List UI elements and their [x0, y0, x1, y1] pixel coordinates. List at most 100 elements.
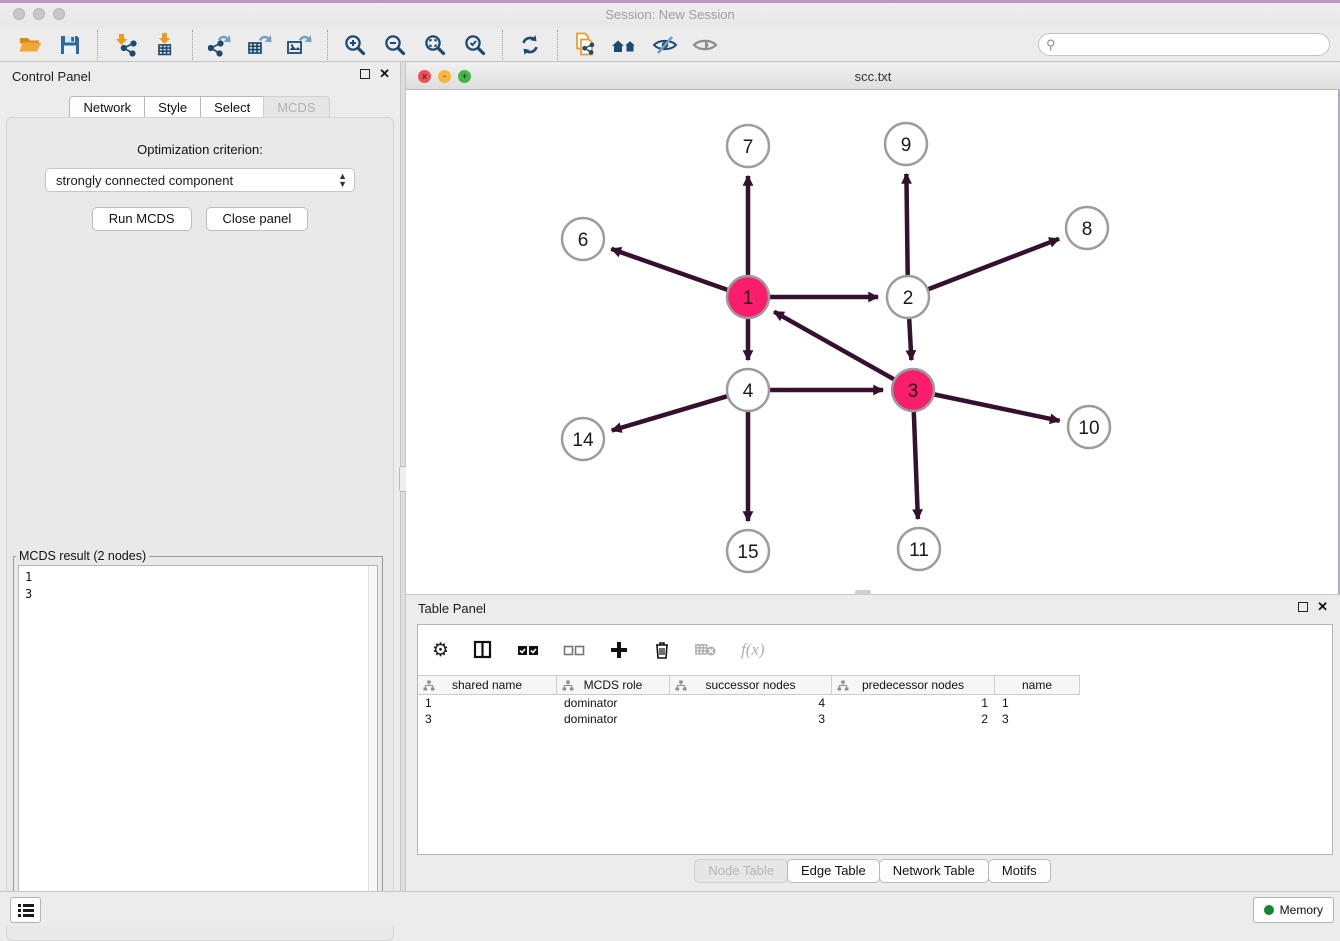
- dropdown-stepper-icon: ▲▼: [338, 172, 347, 188]
- refresh-icon[interactable]: [515, 31, 545, 59]
- zoom-out-icon[interactable]: [380, 31, 410, 59]
- cell-predecessor-nodes[interactable]: 1: [832, 696, 995, 710]
- node-label: 4: [743, 381, 754, 402]
- zoom-selected-icon[interactable]: [460, 31, 490, 59]
- table-options-icon[interactable]: ⚙: [432, 637, 449, 663]
- column-header-name[interactable]: name: [995, 676, 1080, 694]
- search-box[interactable]: ⚲: [1038, 33, 1330, 56]
- table-panel-header: Table Panel ✕: [406, 595, 1340, 621]
- edge-3-11[interactable]: [914, 412, 918, 519]
- table-panel-title: Table Panel: [418, 601, 486, 616]
- memory-status-icon: [1264, 905, 1274, 915]
- import-network-icon[interactable]: [110, 31, 140, 59]
- close-view-button[interactable]: x: [418, 70, 431, 83]
- tab-edge-table[interactable]: Edge Table: [787, 859, 880, 883]
- optimization-criterion-label: Optimization criterion:: [7, 142, 393, 157]
- cell-successor-nodes[interactable]: 3: [670, 712, 832, 726]
- node-14[interactable]: 14: [562, 418, 604, 460]
- save-session-icon[interactable]: [55, 31, 85, 59]
- zoom-fit-icon[interactable]: [420, 31, 450, 59]
- show-columns-icon[interactable]: [473, 637, 493, 663]
- network-graph[interactable]: 7 9 6 8 1 2 4 3 10 14 15 11: [406, 90, 1338, 593]
- node-10[interactable]: 10: [1068, 406, 1110, 448]
- node-7[interactable]: 7: [727, 125, 769, 167]
- column-header-successor-nodes[interactable]: successor nodes: [670, 676, 832, 694]
- edge-2-9[interactable]: [906, 174, 907, 275]
- cell-MCDS-role[interactable]: dominator: [557, 696, 670, 710]
- toolbar-separator: [327, 30, 328, 60]
- tab-network-table[interactable]: Network Table: [879, 859, 989, 883]
- node-table-container: ⚙f(x) shared nameMCDS rolesuccessor node…: [417, 624, 1333, 855]
- cell-name[interactable]: 1: [995, 696, 1080, 710]
- add-column-icon[interactable]: [609, 637, 629, 663]
- edge-3-10[interactable]: [935, 395, 1060, 421]
- table-panel: Table Panel ✕ ⚙f(x) shared nameMCDS role…: [406, 595, 1340, 891]
- cell-successor-nodes[interactable]: 4: [670, 696, 832, 710]
- cell-name[interactable]: 3: [995, 712, 1080, 726]
- table-row[interactable]: 1dominator411: [418, 695, 1332, 711]
- task-history-button[interactable]: [10, 897, 41, 923]
- edge-1-6[interactable]: [611, 249, 727, 290]
- tab-motifs[interactable]: Motifs: [988, 859, 1051, 883]
- close-table-panel-icon[interactable]: ✕: [1317, 602, 1328, 612]
- node-11[interactable]: 11: [898, 528, 940, 570]
- search-input[interactable]: [1056, 38, 1329, 52]
- edge-3-1[interactable]: [774, 312, 894, 380]
- close-panel-button[interactable]: Close panel: [206, 207, 309, 231]
- node-4[interactable]: 4: [727, 369, 769, 411]
- cell-shared-name[interactable]: 1: [418, 696, 557, 710]
- import-table-icon[interactable]: [150, 31, 180, 59]
- close-panel-icon[interactable]: ✕: [379, 69, 390, 79]
- network-window-title: scc.txt: [406, 69, 1340, 84]
- run-mcds-button[interactable]: Run MCDS: [92, 207, 192, 231]
- hide-selected-icon[interactable]: [650, 31, 680, 59]
- export-network-icon[interactable]: [205, 31, 235, 59]
- network-canvas[interactable]: 7 9 6 8 1 2 4 3 10 14 15 11: [406, 90, 1340, 595]
- cell-predecessor-nodes[interactable]: 2: [832, 712, 995, 726]
- table-row[interactable]: 3dominator323: [418, 711, 1332, 727]
- float-panel-icon[interactable]: [360, 69, 370, 79]
- export-image-icon[interactable]: [285, 31, 315, 59]
- deselect-all-icon[interactable]: [563, 637, 585, 663]
- first-neighbors-icon[interactable]: [610, 31, 640, 59]
- cell-MCDS-role[interactable]: dominator: [557, 712, 670, 726]
- node-label: 10: [1078, 418, 1099, 439]
- mcds-result-group: MCDS result (2 nodes) 1 3: [13, 549, 383, 925]
- node-8[interactable]: 8: [1066, 207, 1108, 249]
- select-all-icon[interactable]: [517, 637, 539, 663]
- toolbar-separator: [557, 30, 558, 60]
- node-label: 6: [578, 230, 589, 251]
- node-2[interactable]: 2: [887, 276, 929, 318]
- network-view-window: scc.txt x-+ 7 9 6 8 1 2 4 3 10 14 15 11: [406, 62, 1340, 595]
- memory-button[interactable]: Memory: [1253, 897, 1334, 923]
- node-9[interactable]: 9: [885, 123, 927, 165]
- column-header-shared-name[interactable]: shared name: [418, 676, 557, 694]
- criterion-dropdown[interactable]: strongly connected component ▲▼: [45, 168, 355, 192]
- edge-2-8[interactable]: [929, 239, 1060, 289]
- cell-shared-name[interactable]: 3: [418, 712, 557, 726]
- mcds-result-textarea[interactable]: 1 3: [18, 565, 378, 919]
- new-network-from-selection-icon[interactable]: [570, 31, 600, 59]
- open-session-icon[interactable]: [15, 31, 45, 59]
- float-table-panel-icon[interactable]: [1298, 602, 1308, 612]
- node-6[interactable]: 6: [562, 218, 604, 260]
- show-all-icon[interactable]: [690, 31, 720, 59]
- mcds-result-values: 1 3: [19, 566, 377, 606]
- delete-column-icon[interactable]: [653, 637, 671, 663]
- node-1[interactable]: 1: [727, 276, 769, 318]
- export-table-icon[interactable]: [245, 31, 275, 59]
- edge-4-14[interactable]: [612, 396, 727, 430]
- edge-2-3[interactable]: [909, 319, 911, 360]
- result-scrollbar[interactable]: [368, 566, 377, 918]
- column-header-predecessor-nodes[interactable]: predecessor nodes: [832, 676, 995, 694]
- minimize-view-button[interactable]: -: [438, 70, 451, 83]
- column-label: shared name: [452, 678, 522, 692]
- zoom-view-button[interactable]: +: [458, 70, 471, 83]
- node-3[interactable]: 3: [892, 369, 934, 411]
- node-15[interactable]: 15: [727, 530, 769, 572]
- node-label: 8: [1082, 219, 1093, 240]
- column-header-MCDS-role[interactable]: MCDS role: [557, 676, 670, 694]
- zoom-in-icon[interactable]: [340, 31, 370, 59]
- tab-node-table[interactable]: Node Table: [694, 859, 788, 883]
- network-window-titlebar[interactable]: scc.txt x-+: [406, 62, 1340, 90]
